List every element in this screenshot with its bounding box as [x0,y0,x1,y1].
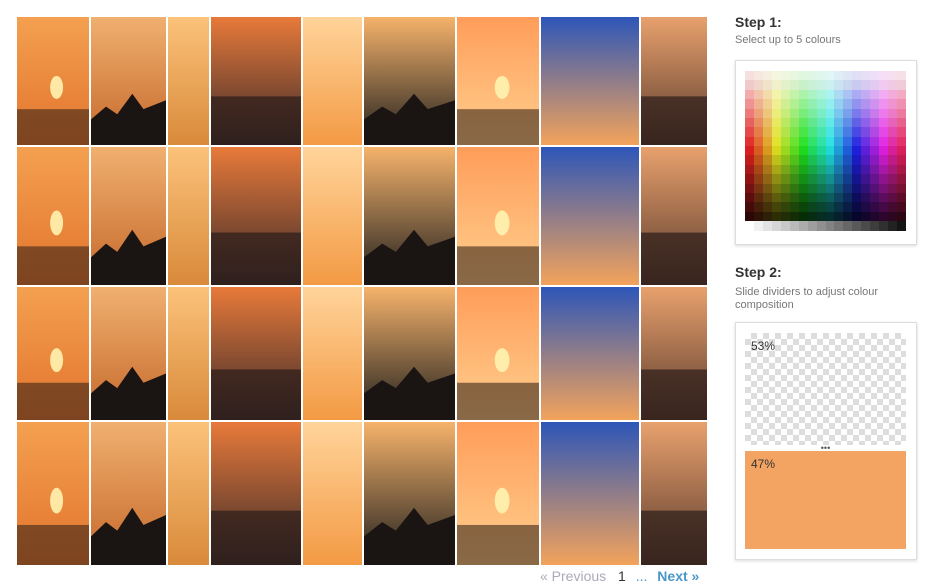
empty-color-slot[interactable]: 53% [745,333,906,445]
photo-tile[interactable] [17,17,89,145]
step1-subtitle: Select up to 5 colours [735,34,841,46]
photo-tile[interactable] [91,422,166,565]
step1-title: Step 1: [735,14,782,30]
photo-tile[interactable] [641,422,707,565]
next-page-link[interactable]: Next » [657,568,699,584]
photo-tile[interactable] [641,147,707,285]
photo-tile[interactable] [457,422,539,565]
photo-tile[interactable] [541,17,639,145]
photo-tile[interactable] [91,17,166,145]
photo-tile[interactable] [303,147,362,285]
photo-tile[interactable] [641,17,707,145]
photo-tile[interactable] [168,17,209,145]
photo-tile[interactable] [457,17,539,145]
photo-tile[interactable] [303,287,362,420]
pagination-ellipsis: ... [635,568,648,584]
step2-subtitle: Slide dividers to adjust colour composit… [735,286,879,311]
photo-tile[interactable] [541,422,639,565]
photo-tile[interactable] [211,17,301,145]
photo-tile[interactable] [91,287,166,420]
swatch-percentage: 47% [751,457,776,471]
photo-tile[interactable] [168,147,209,285]
photo-tile[interactable] [211,287,301,420]
photo-tile[interactable] [541,287,639,420]
previous-page-link[interactable]: « Previous [540,568,606,584]
current-page-number: 1 [618,568,626,584]
photo-tile[interactable] [168,287,209,420]
photo-tile[interactable] [541,147,639,285]
photo-tile[interactable] [211,422,301,565]
photo-tile[interactable] [364,422,455,565]
photo-tile[interactable] [211,147,301,285]
photo-tile[interactable] [364,17,455,145]
photo-tile[interactable] [457,287,539,420]
palette-gray-cell[interactable] [897,221,907,231]
photo-tile[interactable] [17,287,89,420]
photo-tile[interactable] [303,422,362,565]
pagination: « Previous 1 ... Next » [540,568,699,584]
color-composition-panel: 53% ••• 47% [735,322,917,560]
color-picker-panel [735,60,917,245]
photo-tile[interactable] [91,147,166,285]
photo-tile[interactable] [641,287,707,420]
photo-tile[interactable] [457,147,539,285]
photo-mosaic [0,0,720,565]
selected-color-swatch[interactable]: 47% [745,451,906,549]
photo-tile[interactable] [168,422,209,565]
step2-title: Step 2: [735,264,782,280]
step2-header: Step 2: Slide dividers to adjust colour … [735,264,925,312]
photo-tile[interactable] [303,17,362,145]
color-palette-grid[interactable] [745,71,907,231]
photo-tile[interactable] [17,147,89,285]
empty-slot-percentage: 53% [751,339,776,353]
step1-header: Step 1: Select up to 5 colours [735,14,925,47]
photo-tile[interactable] [364,287,455,420]
photo-tile[interactable] [17,422,89,565]
photo-tile[interactable] [364,147,455,285]
